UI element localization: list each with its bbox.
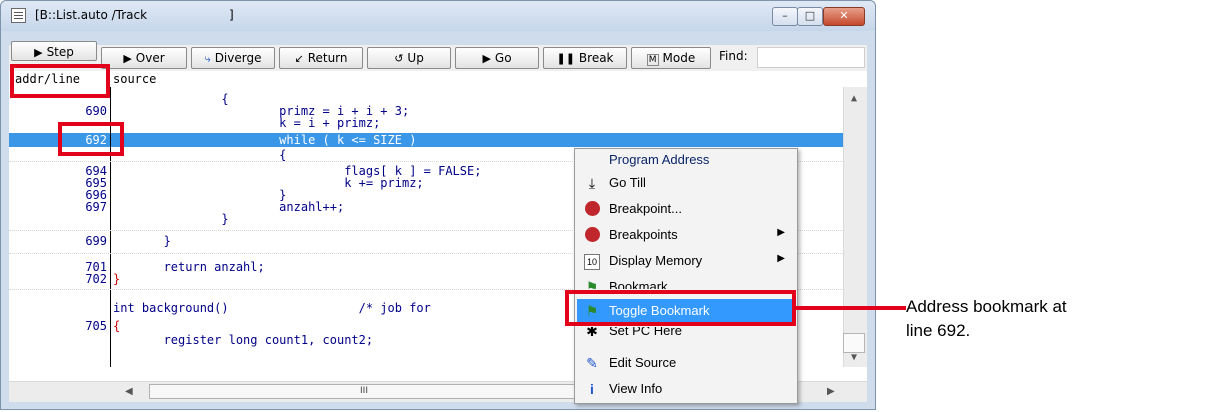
menu-item-display-memory[interactable]: 10 Display Memory ▶ — [577, 249, 795, 273]
diverge-button[interactable]: ⤷ Diverge — [191, 47, 275, 69]
vertical-scroll-thumb[interactable] — [843, 333, 865, 353]
context-menu: Program Address ⤓ Go Till Breakpoint... … — [574, 148, 798, 404]
scroll-down-icon[interactable]: ▼ — [851, 352, 857, 363]
callout-line — [796, 306, 906, 310]
over-button[interactable]: ▶ Over — [101, 47, 187, 69]
step-icon: ▶ — [34, 46, 43, 59]
bookmark-icon: ⚑ — [585, 279, 599, 289]
menu-item-view-info[interactable]: i View Info — [577, 377, 795, 401]
find-input[interactable] — [757, 47, 865, 68]
title-bar[interactable]: [B::List.auto /Track ] – □ ✕ — [1, 1, 875, 31]
line-692-annotation-box — [58, 122, 124, 156]
up-icon: ↺ — [394, 52, 404, 65]
addr-line-annotation-box — [10, 64, 110, 98]
menu-item-breakpoint[interactable]: Breakpoint... — [577, 197, 795, 221]
menu-header-program-address: Program Address — [609, 152, 710, 167]
edit-source-icon: ✎ — [586, 355, 598, 371]
breakpoint-icon — [583, 201, 601, 217]
menu-item-breakpoints[interactable]: Breakpoints ▶ — [577, 223, 795, 247]
code-line[interactable]: k = i + primz; — [9, 117, 843, 129]
diverge-icon: ⤷ — [204, 52, 211, 65]
menu-item-edit-source[interactable]: ✎ Edit Source — [577, 351, 795, 375]
list-window-icon — [11, 8, 26, 23]
break-button[interactable]: ❚❚ Break — [543, 47, 627, 69]
scroll-up-icon[interactable]: ▲ — [851, 93, 857, 104]
close-button[interactable]: ✕ — [823, 7, 865, 26]
go-icon: ▶ — [482, 52, 491, 65]
menu-item-go-till[interactable]: ⤓ Go Till — [577, 171, 795, 195]
callout-text: Address bookmark at line 692. — [906, 297, 1067, 340]
mode-icon: M — [646, 54, 659, 66]
column-header: addr/line source — [9, 71, 867, 88]
break-icon: ❚❚ — [556, 52, 575, 65]
mode-button[interactable]: M Mode — [631, 47, 711, 69]
toggle-bookmark-annotation-box — [565, 290, 796, 326]
source-column-header[interactable]: source — [113, 72, 156, 86]
menu-item-bookmark[interactable]: ⚑ Bookmark — [577, 275, 795, 289]
go-button[interactable]: ▶ Go — [455, 47, 539, 69]
set-pc-icon: ✱ — [586, 327, 598, 339]
maximize-button[interactable]: □ — [797, 7, 823, 26]
return-button[interactable]: ↙ Return — [279, 47, 363, 69]
find-label: Find: — [719, 49, 748, 63]
scroll-left-icon[interactable]: ◀ — [125, 386, 133, 397]
step-button[interactable]: ▶ Step — [11, 41, 97, 61]
view-info-icon: i — [590, 381, 594, 397]
go-till-icon: ⤓ — [588, 175, 596, 191]
window-title-bracket: ] — [229, 8, 234, 22]
breakpoints-icon — [583, 227, 601, 243]
window-title: [B::List.auto /Track — [35, 8, 148, 22]
menu-item-set-pc-here[interactable]: ✱ Set PC Here — [577, 327, 795, 345]
submenu-arrow-icon: ▶ — [777, 253, 785, 264]
scroll-right-icon[interactable]: ▶ — [827, 386, 835, 397]
display-memory-icon: 10 — [584, 254, 600, 270]
vertical-scrollbar[interactable]: ▲ ▼ — [843, 87, 867, 367]
minimize-button[interactable]: – — [772, 7, 798, 26]
return-icon: ↙ — [294, 52, 304, 65]
code-line-selected[interactable]: 692 while ( k <= SIZE ) — [9, 134, 843, 146]
up-button[interactable]: ↺ Up — [367, 47, 451, 69]
step-over-icon: ▶ — [123, 52, 132, 65]
toolbar: ▶ Step ▶ Over ⤷ Diverge ↙ Return ↺ Up ▶ Go ❚❚ B… — [9, 41, 867, 71]
submenu-arrow-icon: ▶ — [777, 227, 785, 238]
horizontal-scroll-thumb[interactable]: III — [149, 384, 579, 399]
